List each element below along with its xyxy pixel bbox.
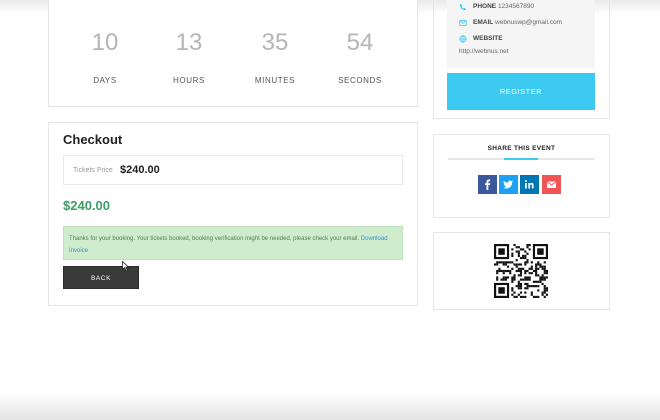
countdown-minutes-label: MINUTES — [254, 76, 296, 85]
facebook-icon — [485, 179, 491, 190]
countdown-days: 10 DAYS — [60, 0, 150, 108]
ticket-price-label: Tickets Price — [73, 167, 113, 174]
share-linkedin-button[interactable] — [520, 175, 539, 194]
countdown-seconds-label: SECONDS — [338, 76, 382, 85]
notice-text: Thanks for your booking. Your tickets bo… — [69, 236, 360, 242]
countdown-seconds: 54 SECONDS — [315, 0, 405, 108]
contact-website: http://webnus.net — [459, 48, 509, 55]
qr-code-panel — [433, 232, 610, 310]
countdown-hours: 13 HOURS — [144, 0, 234, 108]
qr-code — [494, 244, 548, 298]
booking-success-notice: Thanks for your booking. Your tickets bo… — [63, 226, 403, 260]
phone-value: 1234567890 — [497, 3, 535, 10]
envelope-icon — [546, 181, 557, 188]
email-value[interactable]: webnuswp@gmail.com — [495, 19, 562, 26]
twitter-icon — [503, 180, 513, 189]
countdown-hours-label: HOURS — [173, 76, 205, 85]
notice-message: Thanks for your booking. Your tickets bo… — [69, 233, 399, 257]
share-event-panel: SHARE THIS EVENT — [433, 134, 610, 218]
share-facebook-button[interactable] — [478, 175, 497, 194]
countdown-timer: 10 DAYS 13 HOURS 35 MINUTES 54 SECONDS — [48, 0, 418, 107]
checkout-title: Checkout — [63, 132, 123, 147]
share-twitter-button[interactable] — [499, 175, 518, 194]
register-button[interactable]: REGISTER — [447, 73, 595, 110]
email-icon — [459, 20, 467, 26]
phone-icon — [459, 3, 467, 11]
contact-email: EMAIL webnuswp@gmail.com — [473, 19, 562, 26]
linkedin-icon — [524, 180, 534, 189]
countdown-days-value: 10 — [91, 29, 119, 56]
email-key: EMAIL — [473, 19, 494, 26]
checkout-panel: Checkout Tickets Price $240.00 $240.00 T… — [48, 122, 418, 306]
phone-key: PHONE — [473, 3, 497, 10]
countdown-days-label: DAYS — [93, 76, 117, 85]
contact-info: PHONE 1234567890 EMAIL webnuswp@gmail.co… — [447, 0, 595, 68]
bottom-shadow — [0, 392, 660, 420]
countdown-hours-value: 13 — [175, 29, 203, 56]
contact-phone: PHONE 1234567890 — [473, 3, 534, 10]
share-email-button[interactable] — [542, 175, 561, 194]
share-title: SHARE THIS EVENT — [487, 145, 556, 152]
globe-icon — [459, 35, 467, 43]
website-value[interactable]: http://webnus.net — [459, 48, 509, 55]
mouse-cursor-icon — [122, 261, 130, 272]
countdown-minutes-value: 35 — [261, 29, 289, 56]
ticket-price-value: $240.00 — [120, 164, 160, 176]
share-divider-accent — [504, 158, 538, 160]
countdown-minutes: 35 MINUTES — [230, 0, 320, 108]
checkout-total: $240.00 — [63, 198, 110, 213]
website-key: WEBSITE — [473, 35, 503, 42]
ticket-price-box: Tickets Price $240.00 — [63, 155, 403, 185]
contact-website-key: WEBSITE — [473, 35, 503, 42]
countdown-seconds-value: 54 — [346, 29, 374, 56]
